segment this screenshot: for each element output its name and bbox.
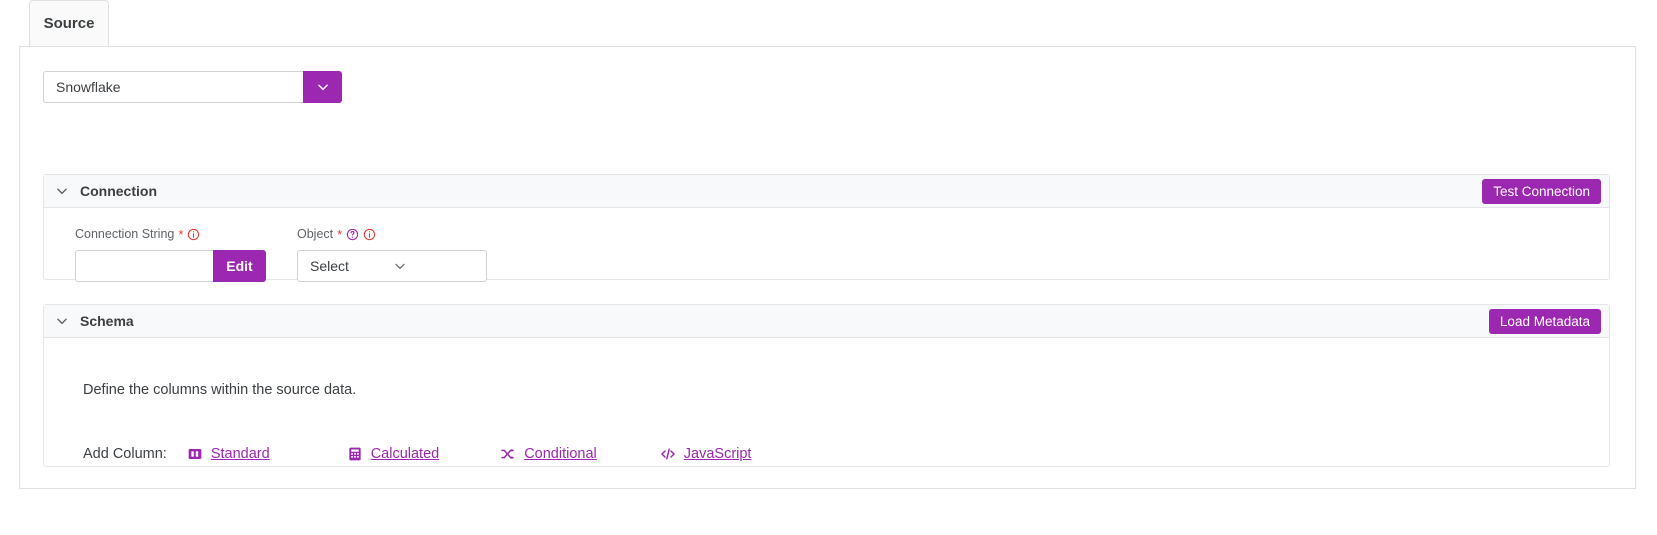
datasource-row: Snowflake (43, 71, 342, 103)
test-connection-button[interactable]: Test Connection (1482, 179, 1601, 204)
schema-description: Define the columns within the source dat… (83, 382, 357, 398)
object-select[interactable]: Select (297, 250, 487, 282)
code-icon (660, 446, 676, 462)
tab-strip: Source (19, 0, 1636, 47)
connection-string-input-group: Edit (75, 250, 283, 282)
connection-panel: Connection Test Connection Connection St… (43, 174, 1610, 282)
add-column-conditional-label: Conditional (524, 446, 597, 462)
schema-panel: Schema Load Metadata Define the columns … (43, 304, 1610, 467)
add-column-calculated-link[interactable]: Calculated (347, 446, 440, 462)
connection-string-label: Connection String * (75, 226, 283, 242)
object-label-text: Object (297, 227, 334, 241)
add-column-javascript-link[interactable]: JavaScript (660, 446, 752, 462)
required-marker: * (178, 226, 184, 242)
object-select-value: Select (310, 258, 349, 274)
add-column-conditional-link[interactable]: Conditional (500, 446, 597, 462)
source-tab-panel: Snowflake Connection Test Connection Con… (19, 47, 1636, 489)
object-field: Object * Select (297, 226, 487, 282)
chevron-down-icon[interactable] (303, 71, 342, 103)
connection-string-input[interactable] (75, 250, 213, 282)
connection-panel-header[interactable]: Connection Test Connection (44, 175, 1609, 208)
add-column-javascript-label: JavaScript (683, 446, 752, 462)
connection-string-label-text: Connection String (75, 227, 175, 241)
info-icon[interactable] (187, 228, 200, 241)
schema-panel-title: Schema (80, 313, 134, 329)
columns-icon (187, 446, 203, 462)
chevron-down-icon[interactable] (55, 184, 69, 198)
edit-connection-string-button[interactable]: Edit (213, 250, 266, 282)
info-icon[interactable] (363, 228, 376, 241)
add-column-standard-link[interactable]: Standard (187, 446, 270, 462)
shuffle-icon (500, 446, 516, 462)
datasource-select[interactable]: Snowflake (43, 71, 342, 103)
calculator-icon (347, 446, 363, 462)
add-column-standard-label: Standard (210, 446, 270, 462)
add-column-row: Add Column: Standard Calculated Conditio… (83, 446, 751, 462)
schema-panel-header[interactable]: Schema Load Metadata (44, 305, 1609, 338)
chevron-down-icon (393, 259, 476, 273)
source-tab-shell: Source Snowflake Connection Test Connect… (19, 0, 1636, 489)
tab-source-label: Source (43, 15, 95, 32)
load-metadata-button[interactable]: Load Metadata (1488, 309, 1601, 334)
connection-string-field: Connection String * Edit (75, 226, 283, 282)
connection-fields: Connection String * Edit Object * Select (44, 208, 1609, 282)
datasource-value: Snowflake (43, 71, 303, 103)
add-column-calculated-label: Calculated (370, 446, 440, 462)
help-icon[interactable] (346, 228, 359, 241)
tab-source[interactable]: Source (29, 0, 109, 46)
object-label: Object * (297, 226, 487, 242)
add-column-label: Add Column: (83, 446, 167, 462)
required-marker: * (337, 226, 343, 242)
chevron-down-icon[interactable] (55, 314, 69, 328)
connection-panel-title: Connection (80, 183, 157, 199)
